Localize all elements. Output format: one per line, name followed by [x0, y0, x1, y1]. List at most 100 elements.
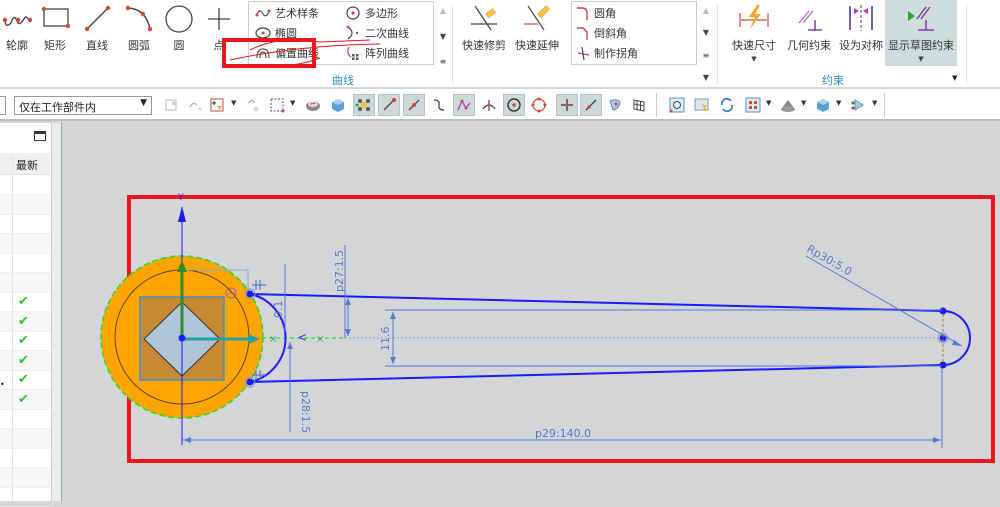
profile-button[interactable]: 轮廓	[2, 0, 32, 66]
group-options-icon[interactable]: ▼	[952, 74, 957, 82]
navigator-row[interactable]: ✔	[0, 311, 50, 332]
corner-gallery-scroll[interactable]: ▲ ▼ ≡ ▼	[699, 6, 713, 82]
navigator-row[interactable]	[0, 487, 50, 507]
scroll-up-icon[interactable]: ▲	[440, 6, 446, 15]
solid-body-icon[interactable]	[327, 94, 349, 116]
rapid-dimension-button[interactable]: 快速尺寸 ▼	[728, 0, 780, 66]
dimension-width[interactable]: 11.6	[379, 327, 392, 352]
line-button[interactable]: 直线	[80, 0, 114, 66]
polygon-button[interactable]: 多边形	[345, 5, 398, 21]
circle-button[interactable]: 圆	[162, 0, 196, 66]
navigator-row[interactable]	[0, 448, 50, 468]
rotate-view-icon[interactable]	[716, 94, 738, 116]
navigator-row[interactable]	[0, 467, 50, 488]
dimension-p29[interactable]: p29:140.0	[535, 427, 591, 440]
snap-bounded-grid-icon[interactable]	[628, 94, 650, 116]
column-divider[interactable]	[12, 153, 13, 501]
dropdown-arrow-icon[interactable]: ▼	[290, 99, 295, 107]
navigator-row[interactable]: ✔	[0, 331, 50, 351]
arc-button[interactable]: 圆弧	[122, 0, 156, 66]
pan-view-icon[interactable]	[691, 94, 713, 116]
polygon-label: 多边形	[365, 7, 398, 20]
part-navigator-panel: 最新 ✔ ✔ ✔ ✔ ✔ ✔ •	[0, 123, 52, 507]
selection-scope-dropdown[interactable]: 仅在工作部件内 ▼	[14, 96, 152, 115]
navigator-row[interactable]	[0, 175, 50, 195]
rectangle-select-icon[interactable]	[266, 94, 288, 116]
snap-end-point-icon[interactable]	[378, 94, 400, 116]
snap-spline-icon[interactable]	[453, 94, 475, 116]
sketch-right-arc[interactable]	[942, 310, 971, 366]
studio-spline-button[interactable]: 艺术样条	[255, 5, 319, 21]
navigator-row[interactable]: ✔	[0, 389, 50, 410]
column-header-latest[interactable]: 最新	[0, 153, 50, 175]
navigator-row[interactable]: ✔	[0, 292, 50, 312]
navigator-row[interactable]	[0, 194, 50, 215]
dimension-p27[interactable]: p27:1.5	[333, 250, 346, 292]
dropdown-arrow-icon[interactable]: ▼	[836, 99, 841, 107]
snap-arc-center-icon[interactable]	[503, 94, 525, 116]
orient-view-icon[interactable]	[812, 94, 834, 116]
navigator-row[interactable]	[0, 272, 50, 293]
dropdown-arrow-icon[interactable]: ▼	[918, 55, 923, 63]
sketch-bottom-line[interactable]	[249, 364, 944, 383]
show-sketch-constraints-button[interactable]: 显示草图约束 ▼	[885, 0, 957, 66]
snap-point-on-surface-icon[interactable]	[604, 94, 626, 116]
sketch-canvas[interactable]: Y × V × p27:1.5 0.1 p28:1.5 11.6 p29:140…	[62, 123, 1000, 501]
snap-point-filter-icon[interactable]	[206, 94, 228, 116]
dimension-p28[interactable]: p28:1.5	[299, 391, 312, 433]
gallery-expand-icon[interactable]: ≡	[703, 51, 710, 60]
curve-rule-icon[interactable]	[184, 94, 206, 116]
scroll-up-icon[interactable]: ▲	[703, 6, 709, 15]
fillet-button[interactable]: 圆角	[576, 5, 616, 21]
scroll-down-icon[interactable]: ▼	[440, 32, 446, 41]
dropdown-arrow-icon[interactable]: ▼	[231, 99, 236, 107]
edge-display-icon[interactable]	[847, 94, 869, 116]
geometric-constraint-button[interactable]: 几何约束	[784, 0, 834, 66]
make-corner-button[interactable]: 制作拐角	[576, 45, 638, 61]
sketch-top-line[interactable]	[249, 293, 944, 312]
sketch-point[interactable]	[939, 307, 947, 315]
dropdown-arrow-icon[interactable]: ▼	[801, 99, 806, 107]
origin-point[interactable]	[178, 334, 186, 342]
snap-existing-point-icon[interactable]	[556, 94, 578, 116]
feature-select-icon[interactable]	[160, 94, 182, 116]
maximize-icon[interactable]	[34, 131, 46, 141]
zoom-fit-icon[interactable]	[666, 94, 688, 116]
group-options-icon[interactable]: ▼	[703, 73, 709, 82]
panel-resize-edge[interactable]	[52, 123, 62, 501]
dropdown-arrow-icon[interactable]: ▼	[766, 99, 771, 107]
gallery-expand-icon[interactable]: ≡	[440, 57, 447, 66]
dimension-offset-gap[interactable]: 0.1	[272, 301, 285, 319]
snap-quadrant-icon[interactable]	[528, 94, 550, 116]
navigator-row[interactable]	[0, 253, 50, 273]
navigator-row[interactable]	[0, 233, 50, 254]
make-symmetric-button[interactable]: 设为对称	[836, 0, 886, 66]
navigator-row[interactable]	[0, 409, 50, 429]
rendering-style-icon[interactable]	[777, 94, 799, 116]
dimension-p30[interactable]: Rp30:5.0	[805, 242, 855, 278]
navigator-row[interactable]: ✔	[0, 350, 50, 371]
layout-view-icon[interactable]	[742, 94, 764, 116]
sketch-point[interactable]	[246, 290, 254, 298]
snap-mid-point-icon[interactable]	[403, 94, 425, 116]
snap-curve-point-icon[interactable]	[428, 94, 450, 116]
shaded-body-icon[interactable]	[302, 94, 324, 116]
dropdown-arrow-icon[interactable]: ▼	[872, 99, 877, 107]
rectangle-button[interactable]: 矩形	[38, 0, 72, 66]
quick-trim-button[interactable]: 快速修剪	[460, 0, 508, 66]
navigator-row[interactable]: ✔	[0, 370, 50, 390]
snap-point-on-curve-icon[interactable]	[580, 94, 602, 116]
chamfer-button[interactable]: 倒斜角	[576, 25, 627, 41]
dropdown-arrow-icon[interactable]: ▼	[751, 55, 756, 63]
curve-gallery-scroll[interactable]: ▲ ▼ ≡	[436, 6, 450, 66]
snap-control-point-icon[interactable]	[353, 94, 375, 116]
navigator-row[interactable]	[0, 214, 50, 234]
quick-extend-button[interactable]: 快速延伸	[513, 0, 561, 66]
sketch-point[interactable]	[246, 378, 254, 386]
sketch-point[interactable]	[939, 361, 947, 369]
scroll-down-icon[interactable]: ▼	[703, 28, 709, 37]
deselect-icon[interactable]	[242, 94, 264, 116]
truncated-field[interactable]	[0, 96, 6, 115]
navigator-row[interactable]	[0, 428, 50, 449]
snap-intersection-icon[interactable]	[478, 94, 500, 116]
